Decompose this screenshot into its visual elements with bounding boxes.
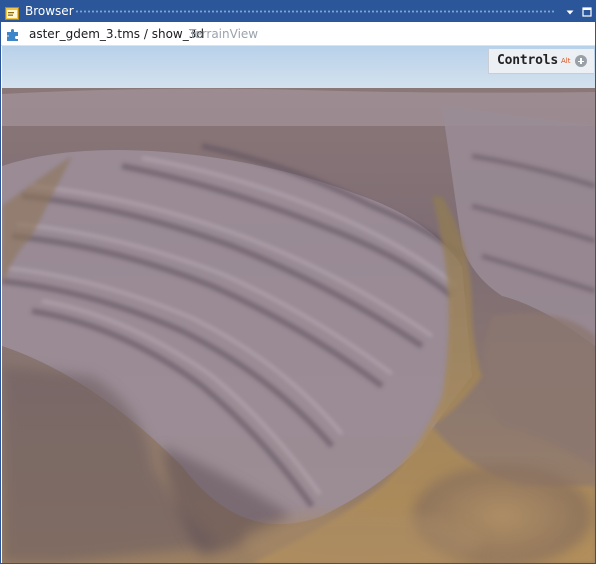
browser-window: Browser aster_gdem_3.tms / show_3d Terra… bbox=[0, 0, 596, 564]
controls-hint: Alt bbox=[561, 57, 571, 65]
breadcrumb-path[interactable]: aster_gdem_3.tms / show_3d bbox=[29, 27, 204, 41]
browser-app-icon bbox=[5, 5, 19, 20]
breadcrumb-separator: / bbox=[143, 27, 148, 41]
puzzle-plugin-icon bbox=[6, 27, 20, 41]
controls-panel[interactable]: Controls Alt bbox=[488, 49, 594, 74]
terrain-viewport[interactable] bbox=[2, 46, 595, 563]
breadcrumb: aster_gdem_3.tms / show_3d TerrainView bbox=[1, 23, 595, 46]
chevron-down-icon[interactable] bbox=[563, 4, 577, 18]
title-bar: Browser bbox=[1, 1, 595, 22]
controls-label[interactable]: Controls bbox=[497, 53, 558, 68]
view-type-label: TerrainView bbox=[189, 27, 259, 41]
terrain-render bbox=[2, 46, 595, 563]
plus-circle-icon[interactable] bbox=[575, 55, 587, 67]
title-grip[interactable] bbox=[75, 9, 555, 14]
breadcrumb-file[interactable]: aster_gdem_3.tms bbox=[29, 27, 140, 41]
maximize-icon[interactable] bbox=[580, 4, 594, 18]
window-title: Browser bbox=[25, 4, 74, 18]
